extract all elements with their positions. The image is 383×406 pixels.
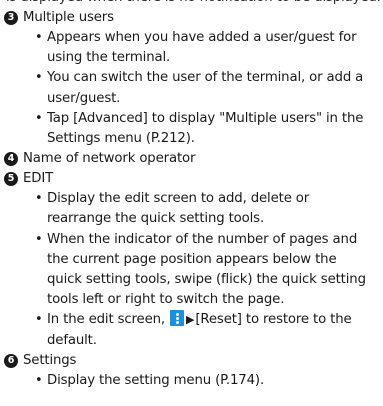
section-settings: 6 Settings: [0, 351, 383, 371]
manual-page: is displayed when there is no notificati…: [0, 0, 383, 391]
bullet-text: Tap [Advanced] to display "Multiple user…: [47, 110, 364, 147]
bullet-item: • Display the edit screen to add, delete …: [34, 189, 368, 229]
item-number-badge: 4: [4, 152, 18, 167]
section-title: Settings: [23, 352, 77, 368]
section-title: Multiple users: [23, 10, 114, 25]
bullet-item: • In the edit screen, ▶[Reset] to restore…: [34, 310, 368, 350]
section-title: EDIT: [23, 171, 54, 187]
bullet-text: Appears when you have added a user/guest…: [47, 30, 357, 66]
bullet-text: Display the setting menu (P.174).: [47, 372, 265, 388]
bullet-dot: •: [35, 372, 43, 388]
bullet-list: • Appears when you have added a user/gues…: [0, 28, 383, 149]
bullet-text: In the edit screen,: [47, 312, 165, 328]
menu-kebab-icon: [170, 310, 185, 327]
section-title: Name of network operator: [23, 151, 196, 167]
bullet-dot: •: [35, 30, 43, 45]
cutoff-text-line: is displayed when there is no notificati…: [0, 0, 383, 8]
section-edit: 5 EDIT: [0, 169, 383, 189]
bullet-item: • When the indicator of the number of pag…: [34, 230, 368, 311]
bullet-list: • Display the setting menu (P.174).: [0, 371, 383, 391]
bullet-item: • Tap [Advanced] to display "Multiple use…: [34, 109, 368, 149]
section-multiple-users: 3 Multiple users: [0, 8, 383, 28]
bullet-dot: •: [35, 70, 43, 86]
bullet-item: • Display the setting menu (P.174).: [34, 371, 368, 391]
arrow-right-icon: ▶: [186, 313, 195, 327]
section-network-operator: 4 Name of network operator: [0, 149, 383, 169]
item-number-badge: 3: [4, 11, 18, 25]
bullet-item: • Appears when you have added a user/gues…: [34, 28, 368, 68]
bullet-dot: •: [35, 191, 43, 207]
bullet-text: When the indicator of the number of page…: [47, 231, 366, 308]
bullet-dot: •: [35, 110, 43, 126]
bullet-list: • Display the edit screen to add, delete …: [0, 189, 383, 351]
item-number-badge: 5: [4, 172, 18, 187]
bullet-dot: •: [35, 231, 43, 247]
bullet-text: Display the edit screen to add, delete o…: [47, 191, 310, 227]
item-number-badge: 6: [4, 353, 18, 368]
bullet-text: You can switch the user of the terminal,…: [47, 70, 364, 106]
bullet-dot: •: [35, 312, 43, 328]
bullet-item: • You can switch the user of the terminal…: [34, 68, 368, 108]
